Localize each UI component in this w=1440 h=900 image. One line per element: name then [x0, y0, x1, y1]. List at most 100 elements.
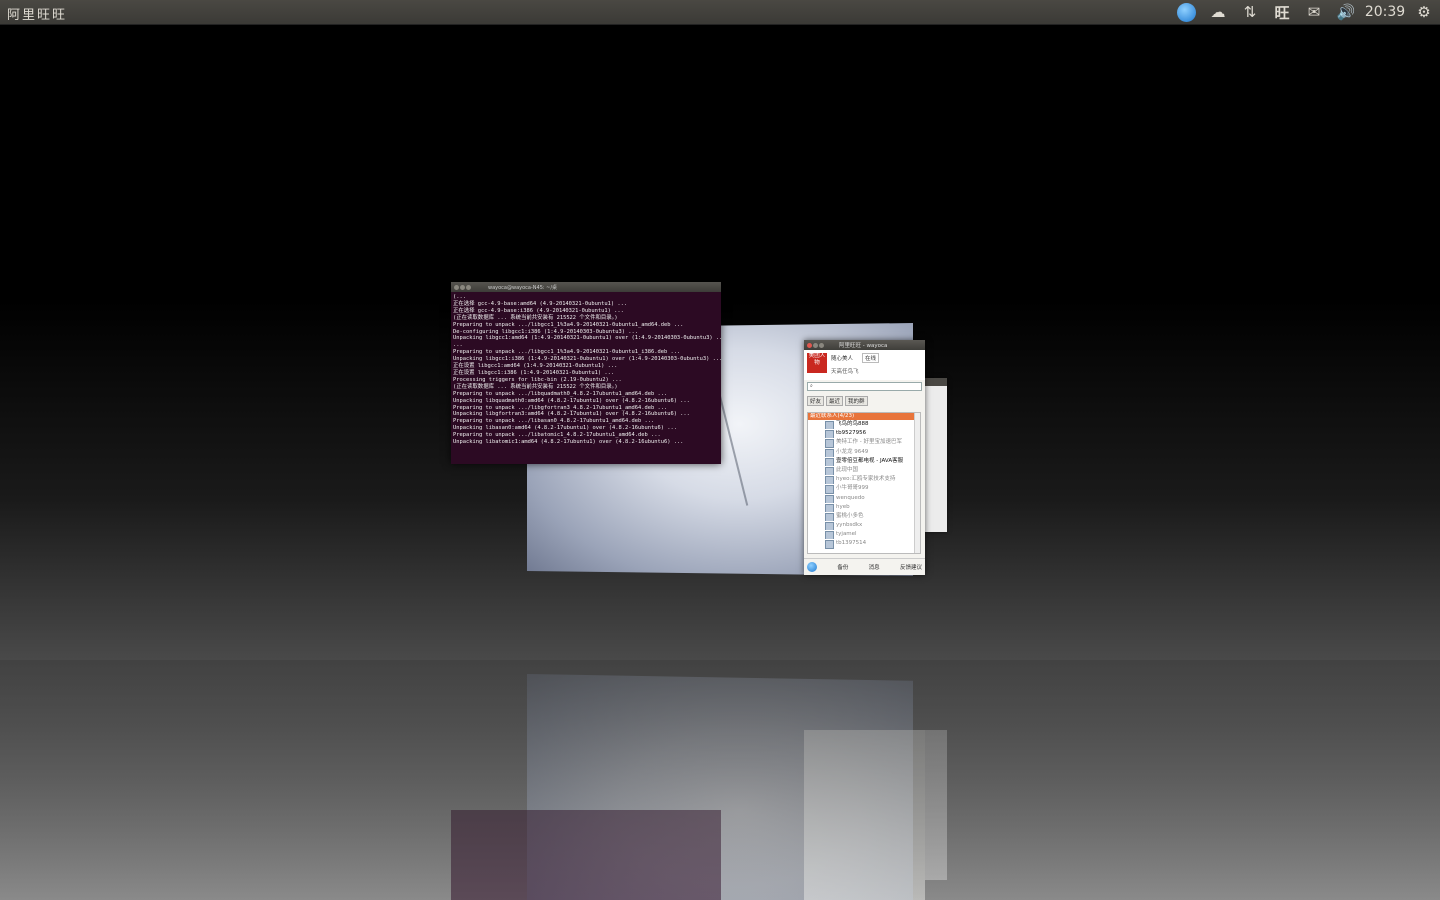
red-app-icon[interactable]: 旺	[1266, 0, 1298, 24]
maximize-icon[interactable]	[819, 342, 824, 348]
contact-name: yynbsdkx	[836, 522, 863, 529]
terminal-reflection	[451, 810, 721, 900]
contact-item[interactable]: wenquedo	[808, 494, 920, 503]
contact-list[interactable]: 最近联系人(4/23) 飞鸟的鸟888 tb9527956 美特工作 - 好里宝加速…	[807, 412, 921, 554]
wangwang-logo-icon[interactable]	[807, 562, 817, 572]
contact-item[interactable]: 飞鸟的鸟888	[808, 420, 920, 430]
terminal-line: Unpacking libatomic1:amd64 (4.8.2-17ubun…	[453, 439, 684, 446]
contact-item[interactable]: 小牛哥哥999	[808, 484, 920, 494]
feedback-button[interactable]: 反馈建议	[900, 563, 922, 571]
contact-item[interactable]: tb9527956	[808, 429, 920, 439]
im-title: 阿里旺旺 - wayoca	[839, 343, 888, 349]
backup-button[interactable]: 备份	[837, 563, 848, 571]
contact-group-header[interactable]: 最近联系人(4/23)	[808, 413, 920, 420]
minimize-icon[interactable]	[813, 342, 818, 348]
contact-avatar-icon	[825, 448, 834, 457]
contact-avatar-icon	[825, 512, 834, 522]
tab-groups[interactable]: 我的群	[845, 396, 868, 406]
minimize-icon[interactable]	[460, 284, 465, 290]
tab-friends[interactable]: 好友	[807, 396, 825, 406]
terminal-line: (正在读取数据库 ... 系统当前共安装有 215522 个文件和目录。)	[453, 383, 618, 390]
contact-avatar-icon	[825, 531, 834, 540]
contact-name: 蜜桃小多色	[836, 512, 864, 519]
contact-name: 壹零倍豆都电视 - JAVA客服	[836, 457, 904, 464]
terminal-line: Unpacking libasan0:amd64 (4.8.2-17ubuntu…	[453, 425, 677, 432]
contact-name: 此现中国	[836, 466, 859, 473]
contact-avatar-icon	[825, 430, 834, 439]
close-icon[interactable]	[807, 342, 812, 348]
contact-item[interactable]: tyjamel	[808, 530, 920, 540]
terminal-line: Preparing to unpack .../libgfortran3_4.8…	[453, 404, 668, 411]
status-select[interactable]: 在线	[862, 353, 880, 363]
terminal-line: Unpacking libgfortran3:amd64 (4.8.2-17ub…	[453, 411, 690, 418]
contact-avatar-icon	[825, 457, 834, 466]
terminal-line: (...	[453, 294, 466, 300]
contact-avatar-icon	[825, 485, 834, 494]
contact-name: 小牛哥哥999	[836, 485, 869, 492]
messages-button[interactable]: 消息	[869, 563, 880, 571]
contact-avatar-icon	[825, 466, 834, 476]
volume-icon[interactable]: 🔊	[1330, 0, 1362, 24]
terminal-line: ...	[453, 342, 463, 349]
tab-recent[interactable]: 最近	[826, 396, 844, 406]
app-menu-title[interactable]: 阿里旺旺	[7, 4, 67, 23]
signature[interactable]: 天高任鸟飞	[831, 367, 859, 375]
contact-item[interactable]: yynbsdkx	[808, 521, 920, 531]
top-panel: 阿里旺旺 ☁ ⇅ 旺 ✉ 🔊 20:39 ⚙	[0, 0, 1440, 25]
terminal-output[interactable]: (... 正在选择 gcc-4.9-base:amd64 (4.9-2014032…	[451, 292, 721, 464]
contact-item[interactable]: hyeb	[808, 503, 920, 512]
contact-avatar-icon	[825, 476, 834, 485]
terminal-line: Preparing to unpack .../libquadmath0_4.8…	[453, 390, 668, 397]
contact-avatar-icon	[825, 421, 834, 430]
terminal-line: Preparing to unpack .../libgcc1_1%3a4.9-…	[453, 349, 681, 356]
im-window-reflection	[804, 730, 925, 900]
contact-name: hyeo:汇鸥专家技术支持	[836, 476, 896, 483]
contact-item[interactable]: 美特工作 - 好里宝加速巴军	[808, 438, 920, 448]
terminal-line: Preparing to unpack .../libasan0_4.8.2-1…	[453, 418, 655, 425]
terminal-titlebar[interactable]: wayoca@wayoca-N45: ~/桌	[451, 282, 721, 292]
contact-item[interactable]: 壹零倍豆都电视 - JAVA客服	[808, 457, 920, 466]
close-icon[interactable]	[454, 284, 459, 290]
terminal-title: wayoca@wayoca-N45: ~/桌	[488, 284, 558, 291]
background-window[interactable]	[925, 378, 947, 532]
back-window-reflection	[925, 730, 947, 880]
contact-avatar-icon	[825, 439, 834, 448]
contact-item[interactable]: 小龙龙 9649	[808, 448, 920, 457]
contact-name: tb9527956	[836, 430, 867, 437]
terminal-line: Preparing to unpack .../libatomic1_4.8.2…	[453, 432, 661, 439]
contact-avatar-icon	[825, 540, 834, 549]
im-footer: 备份 消息 反馈建议	[804, 558, 925, 575]
wallpaper-reflection	[527, 674, 913, 900]
network-icon[interactable]: ⇅	[1234, 0, 1266, 24]
terminal-line: De-configuring libgcc1:i386 (1:4.9-20140…	[453, 328, 638, 335]
contact-item[interactable]: 蜜桃小多色	[808, 512, 920, 522]
im-titlebar[interactable]: 阿里旺旺 - wayoca	[804, 340, 925, 350]
contact-item[interactable]: 此现中国	[808, 466, 920, 476]
avatar[interactable]: 美团人物	[807, 353, 827, 373]
power-icon[interactable]: ⚙	[1408, 0, 1440, 24]
maximize-icon[interactable]	[466, 284, 471, 290]
wangwang-window[interactable]: 阿里旺旺 - wayoca 美团人物 随心美人 在线 天高任鸟飞 ⌕ 好友 最近…	[804, 340, 925, 575]
contact-avatar-icon	[825, 503, 834, 512]
mail-icon[interactable]: ✉	[1298, 0, 1330, 24]
contact-item[interactable]: tb1397514	[808, 539, 920, 549]
terminal-window[interactable]: wayoca@wayoca-N45: ~/桌 (... 正在选择 gcc-4.9-…	[451, 282, 721, 464]
search-input[interactable]: ⌕	[807, 382, 922, 391]
terminal-line: Unpacking libgcc1:amd64 (1:4.9-20140321-…	[453, 335, 721, 342]
im-profile-header: 美团人物 随心美人 在线 天高任鸟飞	[804, 350, 925, 380]
terminal-line: 正在设置 libgcc1:amd64 (1:4.9-20140321-0ubun…	[453, 363, 618, 370]
contact-name: 飞鸟的鸟888	[836, 421, 869, 427]
terminal-line: Processing triggers for libc-bin (2.19-0…	[453, 376, 622, 383]
clock[interactable]: 20:39	[1362, 0, 1408, 24]
terminal-line: Unpacking libquadmath0:amd64 (4.8.2-17ub…	[453, 397, 690, 404]
contact-name: hyeb	[836, 503, 850, 510]
wangwang-icon[interactable]	[1170, 0, 1202, 24]
contact-item[interactable]: hyeo:汇鸥专家技术支持	[808, 475, 920, 485]
cloud-icon[interactable]: ☁	[1202, 0, 1234, 24]
terminal-line: 正在设置 libgcc1:i386 (1:4.9-20140321-0ubunt…	[453, 369, 615, 376]
scrollbar[interactable]	[914, 413, 920, 553]
im-tabs: 好友 最近 我的群	[807, 396, 922, 406]
contact-name: 小龙龙 9649	[836, 448, 869, 455]
terminal-line: Preparing to unpack .../libgcc1_1%3a4.9-…	[453, 321, 684, 328]
terminal-line: 正在选择 gcc-4.9-base:i386 (4.9-20140321-0ub…	[453, 307, 624, 314]
